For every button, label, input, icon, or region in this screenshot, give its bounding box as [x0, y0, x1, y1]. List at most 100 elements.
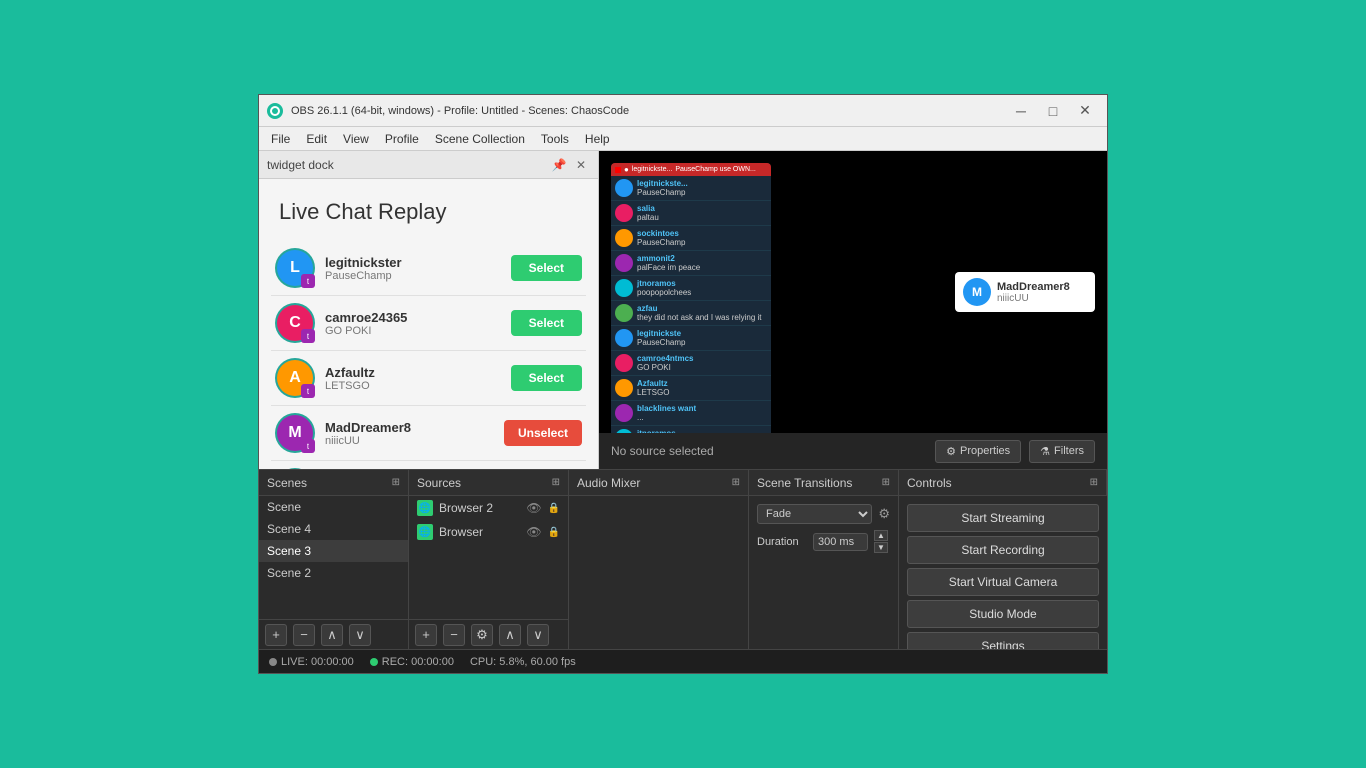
audio-header-icon: ⊞: [732, 477, 740, 488]
menu-help[interactable]: Help: [577, 130, 618, 148]
gear-icon: ⚙: [946, 445, 956, 458]
menu-file[interactable]: File: [263, 130, 298, 148]
chat-user-list[interactable]: L t legitnickster PauseChamp Select C: [259, 241, 598, 469]
scenes-header-label: Scenes: [267, 476, 307, 490]
main-content: twidget dock 📌 ✕ Live Chat Replay L t: [259, 151, 1107, 469]
duration-input[interactable]: [813, 533, 868, 551]
settings-button[interactable]: Settings: [907, 632, 1099, 649]
user-message: LETSGO: [325, 380, 511, 392]
sources-header-label: Sources: [417, 476, 461, 490]
platform-badge: t: [301, 274, 315, 288]
menu-scene-collection[interactable]: Scene Collection: [427, 130, 533, 148]
audio-mixer-panel: [569, 496, 749, 649]
scene-item[interactable]: Scene 2: [259, 562, 408, 584]
maximize-button[interactable]: □: [1039, 101, 1067, 121]
menu-profile[interactable]: Profile: [377, 130, 427, 148]
user-name: legitnickster: [325, 255, 511, 270]
scenes-toolbar: + − ∧ ∨: [259, 619, 408, 649]
status-bar: LIVE: 00:00:00 REC: 00:00:00 CPU: 5.8%, …: [259, 649, 1107, 673]
move-source-down-button[interactable]: ∨: [527, 624, 549, 646]
scene-item-active[interactable]: Scene 3: [259, 540, 408, 562]
scene-transitions-panel: Fade ⚙ Duration ▲ ▼: [749, 496, 899, 649]
remove-source-button[interactable]: −: [443, 624, 465, 646]
properties-button[interactable]: ⚙ Properties: [935, 440, 1021, 463]
browser-icon: 🌐: [417, 500, 433, 516]
duration-label: Duration: [757, 536, 807, 548]
obs-window: OBS 26.1.1 (64-bit, windows) - Profile: …: [258, 94, 1108, 674]
controls-header-label: Controls: [907, 476, 952, 490]
minimize-button[interactable]: ─: [1007, 101, 1035, 121]
sources-header-icon: ⊞: [552, 477, 560, 488]
select-button[interactable]: Select: [511, 365, 582, 391]
twidget-dock: twidget dock 📌 ✕ Live Chat Replay L t: [259, 151, 599, 469]
selected-name: MadDreamer8: [997, 281, 1070, 293]
filters-button[interactable]: ⚗ Filters: [1029, 440, 1095, 463]
start-streaming-button[interactable]: Start Streaming: [907, 504, 1099, 532]
properties-label: Properties: [960, 445, 1010, 457]
transition-duration-row: Duration ▲ ▼: [757, 530, 890, 553]
add-source-button[interactable]: +: [415, 624, 437, 646]
close-button[interactable]: ✕: [1071, 101, 1099, 121]
live-dot: [269, 658, 277, 666]
user-name: camroe24365: [325, 310, 511, 325]
source-item[interactable]: 🌐 Browser 👁 🔒: [409, 520, 568, 544]
avatar: J t: [275, 468, 315, 469]
sources-panel-header: Sources ⊞: [409, 470, 569, 495]
twidget-pin-button[interactable]: 📌: [550, 156, 568, 174]
unselect-button[interactable]: Unselect: [504, 420, 582, 446]
sources-panel: 🌐 Browser 2 👁 🔒 🌐 Browser 👁 🔒 + −: [409, 496, 569, 649]
rec-dot: [370, 658, 378, 666]
add-scene-button[interactable]: +: [265, 624, 287, 646]
transition-type-select[interactable]: Fade: [757, 504, 872, 524]
lock-icon[interactable]: 🔒: [548, 503, 560, 514]
move-scene-down-button[interactable]: ∨: [349, 624, 371, 646]
preview-chat-row: jtnoramos modules: [611, 426, 771, 433]
list-item: C t camroe24365 GO POKI Select: [271, 296, 586, 351]
source-item[interactable]: 🌐 Browser 2 👁 🔒: [409, 496, 568, 520]
bottom-panels: Scenes ⊞ Sources ⊞ Audio Mixer ⊞ Scene T…: [259, 469, 1107, 649]
preview-chat-row: jtnoramos poopopolchees: [611, 276, 771, 301]
preview-chat-row: salia paltau: [611, 201, 771, 226]
title-bar: OBS 26.1.1 (64-bit, windows) - Profile: …: [259, 95, 1107, 127]
platform-badge: t: [301, 329, 315, 343]
move-source-up-button[interactable]: ∧: [499, 624, 521, 646]
selected-msg: niiicUU: [997, 293, 1070, 304]
list-item: A t Azfaultz LETSGO Select: [271, 351, 586, 406]
duration-down-button[interactable]: ▼: [874, 542, 888, 553]
scene-item[interactable]: Scene 4: [259, 518, 408, 540]
twidget-header: twidget dock 📌 ✕: [259, 151, 598, 179]
menu-view[interactable]: View: [335, 130, 377, 148]
selected-avatar: M: [963, 278, 991, 306]
live-label: LIVE: 00:00:00: [281, 656, 354, 668]
rec-status: REC: 00:00:00: [370, 656, 454, 668]
live-status: LIVE: 00:00:00: [269, 656, 354, 668]
eye-icon[interactable]: 👁: [526, 525, 541, 539]
twidget-close-button[interactable]: ✕: [572, 156, 590, 174]
source-settings-button[interactable]: ⚙: [471, 624, 493, 646]
avatar: A t: [275, 358, 315, 398]
menu-edit[interactable]: Edit: [298, 130, 335, 148]
start-recording-button[interactable]: Start Recording: [907, 536, 1099, 564]
select-button[interactable]: Select: [511, 255, 582, 281]
list-item: M t MadDreamer8 niiicUU Unselect: [271, 406, 586, 461]
transition-gear-icon[interactable]: ⚙: [878, 506, 890, 522]
preview-chat-row: ammonit2 palFace im peace: [611, 251, 771, 276]
user-info: legitnickster PauseChamp: [325, 255, 511, 282]
select-button[interactable]: Select: [511, 310, 582, 336]
lock-icon[interactable]: 🔒: [548, 527, 560, 538]
scene-item[interactable]: Scene: [259, 496, 408, 518]
controls-header-icon: ⊞: [1090, 477, 1098, 488]
preview-area: ● legitnickste... PauseChamp use OWN... …: [599, 151, 1107, 469]
remove-scene-button[interactable]: −: [293, 624, 315, 646]
transition-type-row: Fade ⚙: [757, 504, 890, 524]
eye-icon[interactable]: 👁: [526, 501, 541, 515]
duration-up-button[interactable]: ▲: [874, 530, 888, 541]
studio-mode-button[interactable]: Studio Mode: [907, 600, 1099, 628]
twidget-controls: 📌 ✕: [550, 156, 590, 174]
avatar: C t: [275, 303, 315, 343]
menu-tools[interactable]: Tools: [533, 130, 577, 148]
source-name: Browser: [439, 525, 483, 539]
start-virtual-camera-button[interactable]: Start Virtual Camera: [907, 568, 1099, 596]
preview-chat-overlay: ● legitnickste... PauseChamp use OWN... …: [611, 163, 771, 433]
move-scene-up-button[interactable]: ∧: [321, 624, 343, 646]
